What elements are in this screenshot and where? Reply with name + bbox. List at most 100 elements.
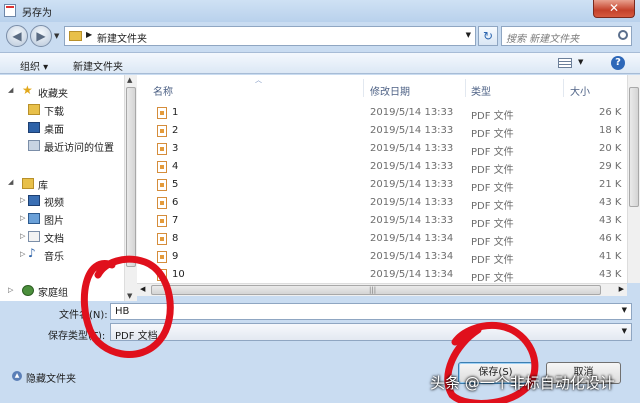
pdf-file-icon — [157, 215, 167, 227]
filename-input[interactable]: HB ▼ — [110, 303, 632, 320]
forward-arrow-icon: ▶ — [36, 29, 46, 43]
recent-places-icon — [28, 140, 40, 151]
back-button[interactable]: ◀ — [6, 25, 28, 47]
file-row[interactable]: 2 2019/5/14 13:33 PDF 文件 18 K — [137, 122, 640, 140]
file-date: 2019/5/14 13:33 — [370, 161, 454, 172]
scroll-left-icon[interactable]: ◀ — [140, 285, 145, 293]
forward-button[interactable]: ▶ — [30, 25, 52, 47]
file-size: 21 K — [599, 179, 622, 190]
libraries-icon — [22, 178, 34, 189]
file-date: 2019/5/14 13:34 — [370, 269, 454, 280]
address-dropdown-icon[interactable]: ▼ — [466, 31, 471, 39]
file-type: PDF 文件 — [471, 273, 514, 283]
expand-pictures-icon[interactable]: ▷ — [20, 214, 25, 222]
new-folder-button[interactable]: 新建文件夹 — [73, 58, 123, 73]
scrollbar-thumb[interactable] — [126, 87, 136, 267]
organize-button[interactable]: 组织 ▾ — [20, 58, 48, 73]
filename-label: 文件名(N): — [59, 310, 108, 321]
expand-music-icon[interactable]: ▷ — [20, 250, 25, 258]
column-divider[interactable] — [563, 79, 564, 97]
pictures-icon — [28, 213, 40, 224]
filename-dropdown-icon[interactable]: ▼ — [622, 306, 627, 314]
file-row[interactable]: 4 2019/5/14 13:33 PDF 文件 29 K — [137, 158, 640, 176]
file-type: PDF 文件 — [471, 255, 514, 266]
view-options-icon[interactable] — [558, 58, 572, 68]
file-date: 2019/5/14 13:33 — [370, 215, 454, 226]
title-bar: 另存为 ✕ — [0, 0, 640, 22]
column-header-name[interactable]: 名称 — [153, 83, 173, 98]
file-row[interactable]: 10 2019/5/14 13:34 PDF 文件 43 K — [137, 266, 640, 283]
command-bar: 组织 ▾ 新建文件夹 ▼ ? — [0, 52, 640, 74]
file-size: 29 K — [599, 161, 622, 172]
scroll-up-icon[interactable]: ▲ — [127, 76, 132, 84]
collapse-favorites-icon[interactable]: ◢ — [8, 86, 13, 94]
homegroup-icon — [22, 285, 34, 296]
expand-videos-icon[interactable]: ▷ — [20, 196, 25, 204]
filetype-select[interactable]: PDF 文档 ▼ — [110, 323, 632, 342]
help-icon[interactable]: ? — [611, 56, 625, 70]
music-icon: ♪ — [28, 246, 36, 260]
sort-ascending-icon: ︿ — [255, 76, 262, 84]
column-header-type[interactable]: 类型 — [471, 83, 491, 98]
file-date: 2019/5/14 13:34 — [370, 251, 454, 262]
file-type: PDF 文件 — [471, 219, 514, 230]
app-icon — [4, 4, 16, 17]
address-row: ◀ ▶ ▼ ▶ 新建文件夹 ▼ ↻ 搜索 新建文件夹 — [0, 22, 640, 50]
file-row[interactable]: 9 2019/5/14 13:34 PDF 文件 41 K — [137, 248, 640, 266]
file-date: 2019/5/14 13:34 — [370, 233, 454, 244]
breadcrumb-current[interactable]: 新建文件夹 — [97, 30, 147, 45]
file-size: 43 K — [599, 215, 622, 226]
refresh-button[interactable]: ↻ — [478, 26, 498, 46]
pdf-file-icon — [157, 233, 167, 245]
search-input[interactable]: 搜索 新建文件夹 — [501, 26, 632, 46]
pdf-file-icon — [157, 125, 167, 137]
file-list-horizontal-scrollbar[interactable]: ◀ ||| ▶ — [137, 283, 627, 296]
file-date: 2019/5/14 13:33 — [370, 179, 454, 190]
filetype-dropdown-icon[interactable]: ▼ — [622, 327, 627, 335]
column-divider[interactable] — [465, 79, 466, 97]
file-row[interactable]: 8 2019/5/14 13:34 PDF 文件 46 K — [137, 230, 640, 248]
file-type: PDF 文件 — [471, 111, 514, 122]
search-placeholder: 搜索 新建文件夹 — [506, 34, 580, 45]
column-header-date[interactable]: 修改日期 — [370, 83, 410, 98]
file-name: 6 — [172, 197, 179, 208]
navigation-scrollbar[interactable]: ▲ ▼ — [124, 75, 137, 301]
scrollbar-grip-icon: ||| — [369, 286, 377, 294]
file-row[interactable]: 6 2019/5/14 13:33 PDF 文件 43 K — [137, 194, 640, 212]
breadcrumb-arrow-icon[interactable]: ▶ — [86, 30, 92, 39]
expand-documents-icon[interactable]: ▷ — [20, 232, 25, 240]
pdf-file-icon — [157, 179, 167, 191]
file-row[interactable]: 1 2019/5/14 13:33 PDF 文件 26 K — [137, 104, 640, 122]
file-name: 5 — [172, 179, 179, 190]
window-title: 另存为 — [22, 8, 52, 19]
file-row[interactable]: 7 2019/5/14 13:33 PDF 文件 43 K — [137, 212, 640, 230]
column-header-size[interactable]: 大小 — [570, 83, 590, 98]
expand-homegroup-icon[interactable]: ▷ — [8, 286, 13, 294]
file-name: 2 — [172, 125, 179, 136]
close-button[interactable]: ✕ — [593, 0, 635, 18]
address-bar[interactable]: ▶ 新建文件夹 ▼ — [64, 26, 476, 46]
scroll-right-icon[interactable]: ▶ — [619, 285, 624, 293]
file-size: 20 K — [599, 143, 622, 154]
filetype-value: PDF 文档 — [115, 331, 158, 342]
file-date: 2019/5/14 13:33 — [370, 125, 454, 136]
file-row[interactable]: 3 2019/5/14 13:33 PDF 文件 20 K — [137, 140, 640, 158]
view-dropdown-icon[interactable]: ▼ — [578, 58, 583, 66]
file-list: ︿ 名称 修改日期 类型 大小 1 2019/5/14 13:33 PDF 文件 26… — [137, 75, 640, 283]
file-type: PDF 文件 — [471, 129, 514, 140]
chevron-up-icon: ▲ — [12, 371, 22, 381]
pdf-file-icon — [157, 251, 167, 263]
search-icon — [618, 30, 628, 40]
file-name: 9 — [172, 251, 179, 262]
documents-icon — [28, 231, 40, 242]
scrollbar-thumb[interactable] — [629, 87, 639, 207]
scroll-down-icon[interactable]: ▼ — [127, 292, 132, 300]
file-type: PDF 文件 — [471, 147, 514, 158]
file-type: PDF 文件 — [471, 165, 514, 176]
file-list-vertical-scrollbar[interactable] — [627, 75, 640, 283]
file-row[interactable]: 5 2019/5/14 13:33 PDF 文件 21 K — [137, 176, 640, 194]
file-type: PDF 文件 — [471, 183, 514, 194]
collapse-libraries-icon[interactable]: ◢ — [8, 178, 13, 186]
recent-pages-chevron-icon[interactable]: ▼ — [54, 32, 59, 40]
column-divider[interactable] — [363, 79, 364, 97]
